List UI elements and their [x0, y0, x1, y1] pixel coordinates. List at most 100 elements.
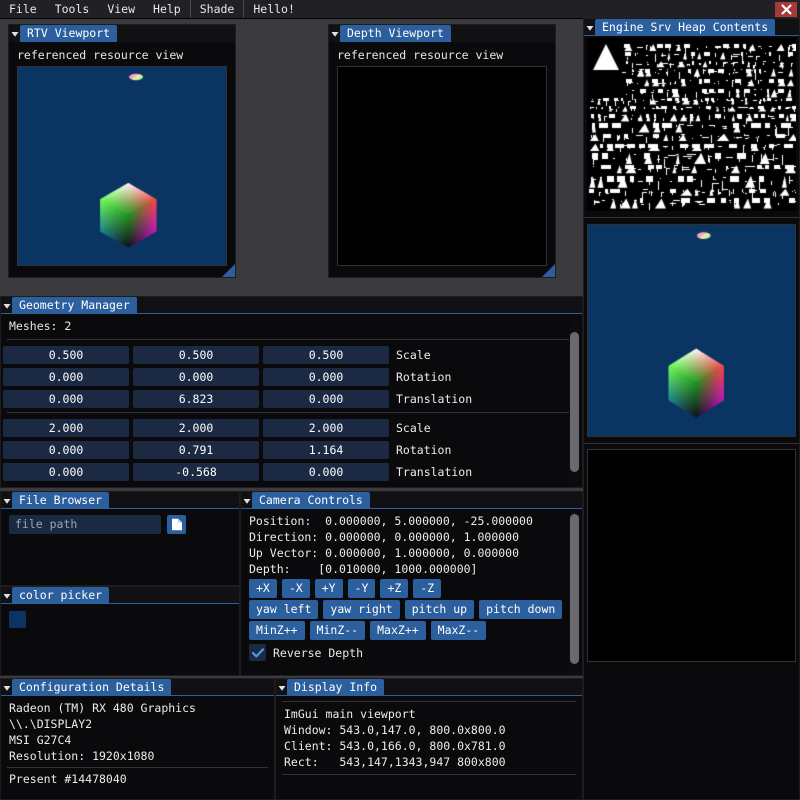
rtv-viewport-body: referenced resource view	[9, 42, 235, 277]
maxz-increment-button[interactable]: MaxZ++	[370, 621, 426, 640]
file-browser-window: File Browser file path	[0, 491, 240, 586]
menu-item-file[interactable]: File	[0, 0, 46, 19]
file-browser-titlebar[interactable]: File Browser	[1, 492, 239, 509]
depth-target-preview[interactable]	[587, 449, 796, 662]
browse-file-button[interactable]	[167, 515, 186, 534]
row-label: Rotation	[396, 443, 452, 457]
menu-item-tools[interactable]: Tools	[46, 0, 99, 19]
heap-contents-body	[584, 36, 799, 799]
rotation-y-field[interactable]: 0.000	[133, 368, 259, 386]
collapse-triangle-icon[interactable]	[584, 19, 595, 36]
axis-plus-x-button[interactable]: +X	[249, 579, 277, 598]
render-target-preview[interactable]	[587, 224, 796, 437]
rtv-viewport-titlebar[interactable]: RTV Viewport	[9, 25, 235, 42]
axis-minus-y-button[interactable]: -Y	[347, 579, 376, 598]
close-button[interactable]	[775, 2, 797, 17]
camera-controls-titlebar[interactable]: Camera Controls	[241, 492, 582, 509]
scale-z-field[interactable]: 2.000	[263, 419, 389, 437]
rotation-x-field[interactable]: 0.000	[3, 368, 129, 386]
minz-increment-button[interactable]: MinZ++	[249, 621, 305, 640]
scale-y-field[interactable]: 0.500	[133, 346, 259, 364]
resize-grip[interactable]	[542, 264, 555, 277]
font-atlas-preview[interactable]	[587, 38, 796, 211]
mesh-group: 0.500 0.500 0.500 Scale 0.000 0.000 0.00…	[1, 344, 582, 410]
file-browser-title: File Browser	[12, 492, 110, 509]
color-swatch[interactable]	[9, 611, 26, 628]
geometry-manager-body: Meshes: 2 0.500 0.500 0.500 Scale 0.000 …	[1, 314, 582, 487]
heap-contents-titlebar[interactable]: Engine Srv Heap Contents	[584, 19, 799, 36]
scale-x-field[interactable]: 0.500	[3, 346, 129, 364]
scrollbar-thumb[interactable]	[570, 514, 579, 664]
configuration-details-title: Configuration Details	[12, 679, 172, 696]
scale-y-field[interactable]: 2.000	[133, 419, 259, 437]
camera-position-line: Position: 0.000000, 5.000000, -25.000000	[249, 514, 533, 528]
depth-render-surface[interactable]	[337, 66, 547, 266]
collapse-triangle-icon[interactable]	[1, 587, 12, 604]
rotation-z-field[interactable]: 0.000	[263, 368, 389, 386]
translation-z-field[interactable]: 0.000	[263, 390, 389, 408]
maxz-decrement-button[interactable]: MaxZ--	[430, 621, 487, 640]
rotate-button-row: yaw left yaw right pitch up pitch down	[241, 598, 582, 619]
scrollbar-thumb[interactable]	[570, 332, 579, 472]
collapse-triangle-icon[interactable]	[9, 25, 20, 42]
heap-contents-window: Engine Srv Heap Contents	[583, 18, 800, 800]
resolution-line: Resolution: 1920x1080	[9, 749, 155, 763]
collapse-triangle-icon[interactable]	[1, 679, 12, 696]
axis-plus-z-button[interactable]: +Z	[380, 579, 409, 598]
yaw-left-button[interactable]: yaw left	[249, 600, 319, 619]
axis-minus-z-button[interactable]: -Z	[413, 579, 442, 598]
menu-item-shade[interactable]: Shade	[191, 0, 244, 19]
row-label: Rotation	[396, 370, 452, 384]
pitch-up-button[interactable]: pitch up	[404, 600, 475, 619]
menu-item-help[interactable]: Help	[144, 0, 190, 19]
menu-item-view[interactable]: View	[98, 0, 144, 19]
scale-z-field[interactable]: 0.500	[263, 346, 389, 364]
color-picker-titlebar[interactable]: color picker	[1, 587, 239, 604]
configuration-details-titlebar[interactable]: Configuration Details	[1, 679, 274, 696]
axis-button-row: +X -X +Y -Y +Z -Z	[241, 577, 582, 598]
display-info-titlebar[interactable]: Display Info	[276, 679, 582, 696]
file-path-input[interactable]: file path	[9, 515, 161, 534]
heap-contents-title: Engine Srv Heap Contents	[595, 19, 776, 36]
axis-minus-x-button[interactable]: -X	[281, 579, 310, 598]
reverse-depth-label: Reverse Depth	[273, 645, 364, 660]
geometry-manager-titlebar[interactable]: Geometry Manager	[1, 297, 582, 314]
depth-viewport-window: Depth Viewport referenced resource view	[328, 24, 556, 278]
configuration-details-body: Radeon (TM) RX 480 Graphics \\.\DISPLAY2…	[1, 696, 274, 799]
minz-decrement-button[interactable]: MinZ--	[309, 621, 366, 640]
row-label: Translation	[396, 465, 473, 479]
scale-x-field[interactable]: 2.000	[3, 419, 129, 437]
yaw-right-button[interactable]: yaw right	[323, 600, 400, 619]
rtv-viewport-title: RTV Viewport	[20, 25, 118, 42]
vertical-scrollbar[interactable]	[569, 512, 580, 675]
divider	[7, 339, 576, 340]
color-picker-title: color picker	[12, 587, 110, 604]
rotation-x-field[interactable]: 0.000	[3, 441, 129, 459]
axis-plus-y-button[interactable]: +Y	[314, 579, 343, 598]
translation-x-field[interactable]: 0.000	[3, 390, 129, 408]
resize-grip[interactable]	[222, 264, 235, 277]
rotation-y-field[interactable]: 0.791	[133, 441, 259, 459]
translation-x-field[interactable]: 0.000	[3, 463, 129, 481]
rotation-z-field[interactable]: 1.164	[263, 441, 389, 459]
collapse-triangle-icon[interactable]	[1, 297, 12, 314]
translation-z-field[interactable]: 0.000	[263, 463, 389, 481]
collapse-triangle-icon[interactable]	[329, 25, 340, 42]
pitch-down-button[interactable]: pitch down	[479, 600, 563, 619]
reverse-depth-checkbox[interactable]	[249, 644, 266, 661]
collapse-triangle-icon[interactable]	[276, 679, 287, 696]
divider	[7, 767, 268, 768]
color-picker-body	[1, 604, 239, 675]
application-window: File Tools View Help Shade Hello! RTV Vi…	[0, 0, 800, 800]
depth-button-row: MinZ++ MinZ-- MaxZ++ MaxZ--	[241, 619, 582, 640]
collapse-triangle-icon[interactable]	[241, 492, 252, 509]
menu-item-hello[interactable]: Hello!	[244, 0, 304, 19]
depth-viewport-label: referenced resource view	[337, 48, 504, 62]
vertical-scrollbar[interactable]	[569, 318, 580, 482]
rtv-render-surface[interactable]	[17, 66, 227, 266]
collapse-triangle-icon[interactable]	[1, 492, 12, 509]
depth-viewport-titlebar[interactable]: Depth Viewport	[329, 25, 555, 42]
camera-direction-line: Direction: 0.000000, 0.000000, 1.000000	[249, 530, 520, 544]
translation-y-field[interactable]: -0.568	[133, 463, 259, 481]
translation-y-field[interactable]: 6.823	[133, 390, 259, 408]
